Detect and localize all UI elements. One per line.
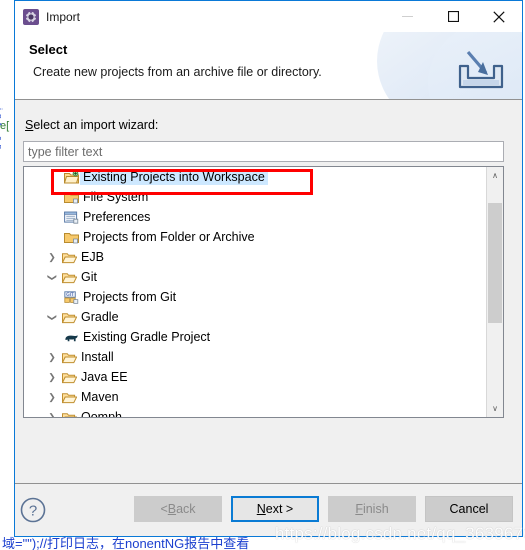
tree-item-preferences[interactable]: Preferences [24, 207, 486, 227]
gradle-elephant-icon [62, 331, 80, 344]
help-button[interactable]: ? [19, 496, 47, 524]
tree-item-gradle[interactable]: ❯ Gradle [24, 307, 486, 327]
tree-item-label: Maven [81, 390, 119, 404]
finish-button[interactable]: Finish [328, 496, 416, 522]
close-button[interactable] [476, 1, 522, 32]
dialog-button-bar: ? < Back Next > Finish Cancel [15, 483, 522, 536]
tree-item-label: Git [81, 270, 97, 284]
next-button[interactable]: Next > [231, 496, 319, 522]
maximize-button[interactable] [430, 1, 476, 32]
minimize-icon [401, 16, 413, 17]
back-rest: ack [176, 502, 196, 516]
svg-text:?: ? [29, 503, 37, 520]
chevron-right-icon[interactable]: ❯ [44, 252, 60, 263]
wizard-select-label: Select an import wizard: [25, 118, 158, 132]
scroll-down-icon[interactable]: ∨ [487, 400, 503, 417]
tree-item-file-system[interactable]: File System [24, 187, 486, 207]
scrollbar-thumb[interactable] [488, 203, 502, 323]
preferences-icon [62, 211, 80, 224]
tree-item-label: Existing Projects into Workspace [80, 169, 268, 185]
chevron-down-icon[interactable]: ❯ [47, 309, 58, 325]
back-mnemonic: B [167, 502, 177, 516]
folder-icon [62, 231, 80, 244]
cancel-button[interactable]: Cancel [425, 496, 513, 522]
background-code-left: int cn [0, 108, 4, 154]
folder-open-icon [60, 391, 78, 404]
tree-item-label: Projects from Git [83, 290, 177, 304]
dialog-title: Import [46, 9, 81, 24]
wizard-tree-list: Existing Projects into Workspace File Sy… [24, 167, 486, 417]
tree-item-label: Projects from Folder or Archive [83, 230, 255, 244]
tree-item-label: File System [83, 190, 149, 204]
tree-item-label: Oomph [81, 410, 122, 417]
wizard-tree[interactable]: Existing Projects into Workspace File Sy… [23, 166, 504, 418]
minimize-button[interactable] [384, 1, 430, 32]
close-icon [493, 10, 505, 23]
dialog-header: Select Create new projects from an archi… [15, 32, 522, 100]
question-mark-icon: ? [20, 497, 46, 523]
finish-mnemonic: F [355, 502, 363, 516]
tree-item-projects-from-folder-or-archive[interactable]: Projects from Folder or Archive [24, 227, 486, 247]
folder-open-icon [60, 251, 78, 264]
folder-open-icon [60, 411, 78, 417]
tree-item-label: Gradle [81, 310, 119, 324]
chevron-right-icon[interactable]: ❯ [44, 392, 60, 403]
folder-open-icon [60, 351, 78, 364]
tree-item-install[interactable]: ❯ Install [24, 347, 486, 367]
tree-item-label: Existing Gradle Project [83, 330, 211, 344]
tree-item-maven[interactable]: ❯ Maven [24, 387, 486, 407]
window-controls [384, 1, 522, 32]
maximize-icon [447, 11, 459, 22]
page-description: Create new projects from an archive file… [33, 65, 322, 79]
tree-item-label: Install [81, 350, 114, 364]
folder-open-icon [60, 271, 78, 284]
tree-item-existing-projects-into-workspace[interactable]: Existing Projects into Workspace [24, 167, 486, 187]
next-rest: ext > [265, 502, 294, 516]
back-button[interactable]: < Back [134, 496, 222, 522]
tree-item-label: EJB [81, 250, 104, 264]
dialog-title-bar: Import [15, 1, 522, 32]
chevron-right-icon[interactable]: ❯ [44, 412, 60, 418]
back-prefix: < [160, 502, 168, 516]
tree-item-label: Preferences [83, 210, 151, 224]
chevron-right-icon[interactable]: ❯ [44, 352, 60, 363]
chevron-right-icon[interactable]: ❯ [44, 372, 60, 383]
wizard-label-rest: elect an import wizard: [33, 118, 159, 132]
tree-item-label: Java EE [81, 370, 128, 384]
import-dialog: Import Select Create new projects from a… [14, 0, 523, 537]
tree-item-java-ee[interactable]: ❯ Java EE [24, 367, 486, 387]
filter-input[interactable] [23, 141, 504, 162]
tree-scrollbar[interactable]: ∧ ∨ [486, 167, 503, 417]
scroll-up-icon[interactable]: ∧ [487, 167, 503, 184]
folder-open-icon [60, 371, 78, 384]
svg-text:GIT: GIT [66, 292, 74, 298]
folder-icon [62, 191, 80, 204]
folder-open-icon [60, 311, 78, 324]
tree-item-oomph[interactable]: ❯ Oomph [24, 407, 486, 417]
import-tray-icon [458, 50, 504, 89]
git-icon: GIT [62, 290, 80, 304]
chevron-down-icon[interactable]: ❯ [47, 269, 58, 285]
next-mnemonic: N [256, 502, 266, 516]
wizard-nav-buttons: < Back Next > Finish Cancel [134, 496, 513, 522]
tree-item-ejb[interactable]: ❯ EJB [24, 247, 486, 267]
gear-icon [23, 8, 39, 25]
open-folder-import-icon [62, 170, 80, 184]
tree-item-projects-from-git[interactable]: GIT Projects from Git [24, 287, 486, 307]
page-title: Select [29, 42, 68, 57]
dialog-body: Select an import wizard: Existing Projec… [15, 100, 522, 483]
tree-item-git[interactable]: ❯ Git [24, 267, 486, 287]
finish-rest: inish [362, 502, 389, 516]
tree-item-existing-gradle-project[interactable]: Existing Gradle Project [24, 327, 486, 347]
